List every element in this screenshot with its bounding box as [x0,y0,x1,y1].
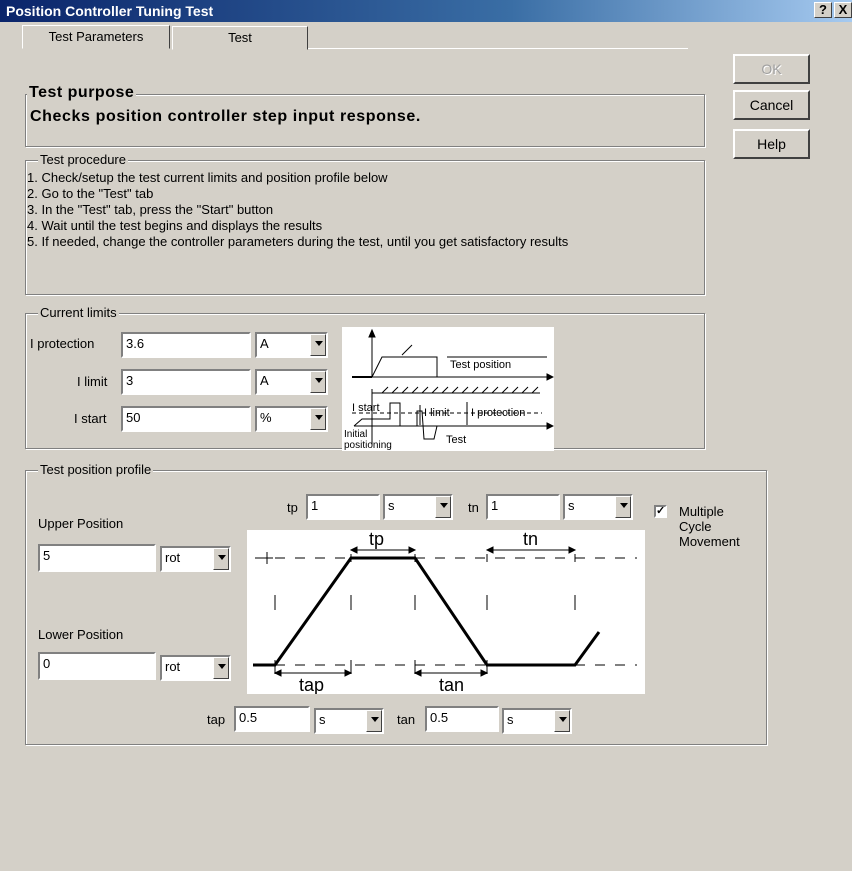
profile-tan-label: tan [439,675,464,694]
i-start-label: I start [74,411,107,426]
lower-position-input[interactable]: 0 [38,652,156,680]
test-purpose-text: Checks position controller step input re… [30,108,421,125]
profile-tn-label: tn [523,530,538,549]
upper-position-input[interactable]: 5 [38,544,156,572]
i-limit-label: I limit [77,374,108,389]
multiple-cycle-checkbox[interactable]: ✓ [654,505,667,518]
context-help-button[interactable]: ? [814,2,832,18]
diagram-i-limit-label: I limit [424,407,450,419]
close-button[interactable]: X [834,2,852,18]
window-title: Position Controller Tuning Test [6,3,214,19]
ok-button[interactable]: OK [733,54,810,84]
tan-unit-select[interactable]: s [502,708,572,734]
tn-label: tn [468,500,479,515]
multiple-cycle-label-3: Movement [679,534,740,549]
lower-position-unit: rot [165,659,181,674]
diagram-i-start-label: I start [352,402,380,414]
lower-position-unit-select[interactable]: rot [160,655,231,681]
tab-strip-line [308,48,688,49]
i-limit-input[interactable]: 3 [121,369,251,395]
profile-tap-label: tap [299,675,324,694]
profile-tp-label: tp [369,530,384,549]
tp-unit-select[interactable]: s [383,494,453,520]
tap-input[interactable]: 0.5 [234,706,310,732]
procedure-step: 2. Go to the "Test" tab [27,186,154,201]
chevron-down-icon[interactable] [554,710,570,732]
upper-position-unit-select[interactable]: rot [160,546,231,572]
tap-label: tap [207,712,226,727]
current-limits-legend: Current limits [38,305,119,320]
help-button[interactable]: Help [733,129,810,159]
tn-input[interactable]: 1 [486,494,560,520]
i-protection-unit-select[interactable]: A [255,332,328,358]
procedure-step: 3. In the "Test" tab, press the "Start" … [27,202,274,217]
tan-label: tan [397,712,416,727]
i-start-unit-select[interactable]: % [255,406,328,432]
i-start-input[interactable]: 50 [121,406,251,432]
chevron-down-icon[interactable] [615,496,631,518]
i-protection-input[interactable]: 3.6 [121,332,251,358]
lower-position-label: Lower Position [38,627,124,642]
tp-unit: s [388,498,395,513]
chevron-down-icon[interactable] [213,548,229,570]
tn-unit-select[interactable]: s [563,494,633,520]
i-protection-unit: A [260,336,269,351]
diagram-test-position-label: Test position [450,359,511,371]
procedure-step: 1. Check/setup the test current limits a… [27,170,388,185]
test-position-profile-legend: Test position profile [38,462,154,477]
cancel-button[interactable]: Cancel [733,90,810,120]
tn-unit: s [568,498,575,513]
i-protection-label: I protection [30,336,95,351]
tp-input[interactable]: 1 [306,494,380,520]
tap-unit-select[interactable]: s [314,708,384,734]
chevron-down-icon[interactable] [310,371,326,393]
chevron-down-icon[interactable] [310,408,326,430]
chevron-down-icon[interactable] [213,657,229,679]
chevron-down-icon[interactable] [366,710,382,732]
tab-test-parameters[interactable]: Test Parameters [22,25,170,49]
tp-label: tp [287,500,298,515]
i-limit-unit: A [260,373,269,388]
diagram-i-protection-label: I protection [471,407,525,419]
chevron-down-icon[interactable] [310,334,326,356]
test-purpose-legend: Test purpose [27,84,137,102]
tap-unit: s [319,712,326,727]
upper-position-label: Upper Position [38,516,124,531]
tan-input[interactable]: 0.5 [425,706,499,732]
i-limit-unit-select[interactable]: A [255,369,328,395]
diagram-test-label: Test [446,434,466,446]
tan-unit: s [507,712,514,727]
title-bar: Position Controller Tuning Test ? X [0,0,852,22]
tab-test[interactable]: Test [172,26,308,50]
chevron-down-icon[interactable] [435,496,451,518]
procedure-step: 4. Wait until the test begins and displa… [27,218,323,233]
upper-position-unit: rot [165,550,181,565]
diagram-positioning-label: positioning [344,440,392,451]
procedure-step: 5. If needed, change the controller para… [27,234,569,249]
current-limits-diagram: Test position I start I limit I protecti… [342,327,554,451]
i-start-unit: % [260,410,272,425]
position-profile-diagram: tp tn tap tan [247,530,645,694]
multiple-cycle-label-2: Cycle [679,519,712,534]
test-procedure-legend: Test procedure [38,152,128,167]
multiple-cycle-label-1: Multiple [679,504,724,519]
diagram-initial-label: Initial [344,429,367,440]
